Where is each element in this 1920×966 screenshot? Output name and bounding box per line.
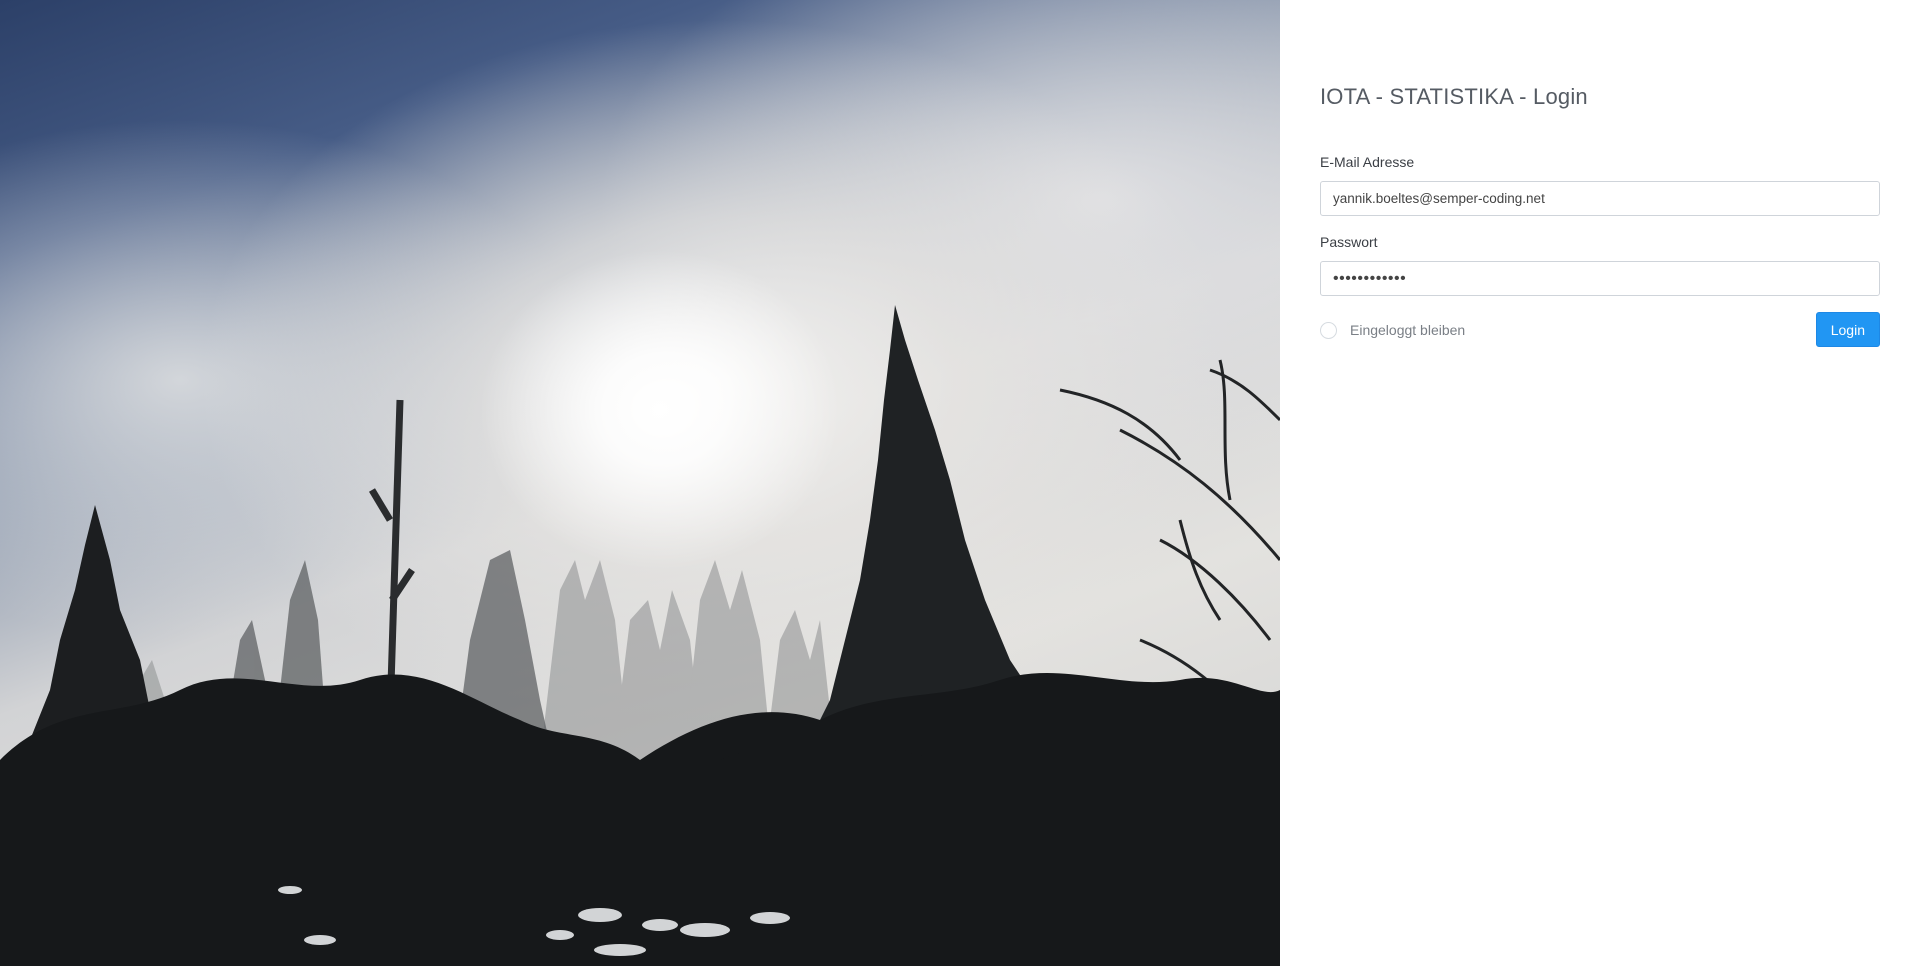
password-label: Passwort xyxy=(1320,234,1378,250)
login-panel: IOTA - STATISTIKA - Login E-Mail Adresse… xyxy=(1280,0,1920,966)
remember-me-label[interactable]: Eingeloggt bleiben xyxy=(1350,322,1465,338)
email-label: E-Mail Adresse xyxy=(1320,154,1415,170)
email-input[interactable] xyxy=(1320,181,1880,216)
background-photo xyxy=(0,0,1280,966)
page-title: IOTA - STATISTIKA - Login xyxy=(1320,84,1588,109)
login-button[interactable]: Login xyxy=(1815,312,1880,347)
forest-silhouette-illustration xyxy=(0,305,1280,966)
remember-me-checkbox[interactable] xyxy=(1320,321,1337,339)
password-input[interactable] xyxy=(1320,261,1880,296)
remember-me-row[interactable]: Eingeloggt bleiben xyxy=(1320,318,1465,342)
login-page: IOTA - STATISTIKA - Login E-Mail Adresse… xyxy=(0,0,1920,966)
